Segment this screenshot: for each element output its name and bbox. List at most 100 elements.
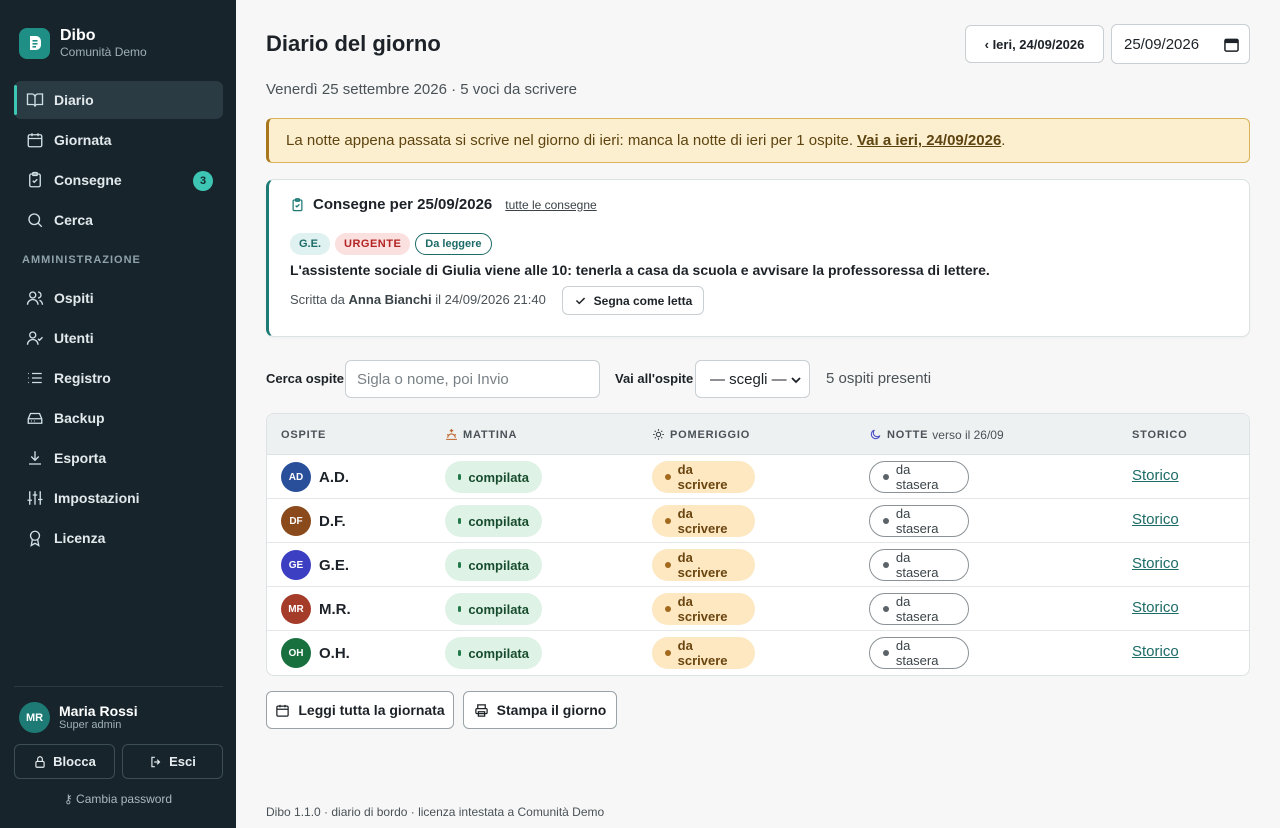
download-icon bbox=[29, 451, 41, 465]
nav-label: Ospiti bbox=[54, 290, 94, 306]
afternoon-status[interactable]: da scrivere bbox=[652, 637, 755, 669]
all-consegne-link[interactable]: tutte le consegne bbox=[505, 198, 596, 212]
nav-item-registro[interactable]: Registro bbox=[14, 359, 223, 397]
nav-item-diario[interactable]: Diario bbox=[14, 81, 223, 119]
history-link[interactable]: Storico bbox=[1132, 555, 1179, 572]
nav-item-impostazioni[interactable]: Impostazioni bbox=[14, 479, 223, 517]
nav-label: Licenza bbox=[54, 530, 106, 546]
nav-item-giornata[interactable]: Giornata bbox=[14, 121, 223, 159]
date-picker[interactable]: 25/09/2026 bbox=[1111, 24, 1250, 64]
brand-community: Comunità Demo bbox=[60, 45, 147, 59]
afternoon-status[interactable]: da scrivere bbox=[652, 505, 755, 537]
guest-code: G.E. bbox=[319, 556, 350, 574]
night-status[interactable]: da stasera bbox=[869, 637, 969, 669]
consegna-author: Anna Bianchi bbox=[348, 292, 432, 307]
sidebar: Dibo Comunità Demo Diario Giornata Conse… bbox=[0, 0, 236, 828]
status-dot bbox=[665, 518, 671, 524]
nav-item-cerca[interactable]: Cerca bbox=[14, 201, 223, 239]
guest-cell[interactable]: OH O.H. bbox=[281, 638, 350, 668]
guest-filters: Cerca ospite Vai all'ospite — scegli — 5… bbox=[266, 360, 1250, 398]
guest-search-input[interactable] bbox=[345, 360, 600, 398]
read-whole-day-button[interactable]: Leggi tutta la giornata bbox=[266, 691, 454, 729]
history-link[interactable]: Storico bbox=[1132, 467, 1179, 484]
consegna-meta: Scritta da Anna Bianchi il 24/09/2026 21… bbox=[290, 292, 546, 307]
alert-suffix: . bbox=[1001, 132, 1006, 149]
drive-icon bbox=[27, 412, 43, 424]
nav-label: Giornata bbox=[54, 132, 112, 148]
nav-item-esporta[interactable]: Esporta bbox=[14, 439, 223, 477]
table-row: DF D.F. compilata da scrivere da stasera… bbox=[267, 499, 1249, 543]
afternoon-status[interactable]: da scrivere bbox=[652, 549, 755, 581]
lock-label: Blocca bbox=[53, 754, 96, 769]
chevron-down-icon bbox=[791, 377, 801, 384]
morning-status[interactable]: compilata bbox=[445, 637, 542, 669]
column-header-history: STORICO bbox=[1132, 428, 1188, 441]
guest-avatar: OH bbox=[281, 638, 311, 668]
history-link[interactable]: Storico bbox=[1132, 511, 1179, 528]
column-header-morning: MATTINA bbox=[445, 414, 517, 455]
logout-button[interactable]: Esci bbox=[122, 744, 223, 779]
sidebar-divider bbox=[14, 686, 223, 687]
afternoon-status[interactable]: da scrivere bbox=[652, 461, 755, 493]
status-dot bbox=[458, 518, 462, 524]
lock-icon bbox=[35, 755, 45, 768]
night-status[interactable]: da stasera bbox=[869, 549, 969, 581]
clipboard-icon bbox=[29, 171, 41, 188]
consegna-text: L'assistente sociale di Giulia viene all… bbox=[290, 262, 990, 278]
guest-cell[interactable]: MR M.R. bbox=[281, 594, 351, 624]
nav-item-licenza[interactable]: Licenza bbox=[14, 519, 223, 557]
guest-cell[interactable]: GE G.E. bbox=[281, 550, 349, 580]
status-dot bbox=[458, 474, 462, 480]
change-password-link[interactable]: ⚷ Cambia password bbox=[0, 792, 236, 806]
previous-day-button[interactable]: ‹ Ieri, 24/09/2026 bbox=[965, 25, 1104, 63]
nav-item-ospiti[interactable]: Ospiti bbox=[14, 279, 223, 317]
current-user: MR Maria Rossi Super admin bbox=[19, 702, 138, 733]
guest-cell[interactable]: AD A.D. bbox=[281, 462, 349, 492]
morning-status[interactable]: compilata bbox=[445, 593, 542, 625]
night-status[interactable]: da stasera bbox=[869, 593, 969, 625]
go-to-yesterday-link[interactable]: Vai a ieri, 24/09/2026 bbox=[857, 132, 1001, 149]
guest-tag: G.E. bbox=[290, 233, 331, 255]
goto-guest-select[interactable]: — scegli — bbox=[695, 360, 810, 398]
calendar-icon bbox=[27, 133, 43, 148]
nav-label: Diario bbox=[54, 92, 94, 108]
logout-icon bbox=[151, 756, 161, 767]
change-password-label: Cambia password bbox=[76, 792, 173, 806]
morning-status[interactable]: compilata bbox=[445, 505, 542, 537]
morning-status[interactable]: compilata bbox=[445, 461, 542, 493]
status-dot bbox=[883, 650, 889, 656]
print-day-button[interactable]: Stampa il giorno bbox=[463, 691, 617, 729]
morning-status[interactable]: compilata bbox=[445, 549, 542, 581]
guest-code: O.H. bbox=[319, 644, 350, 662]
footer: Dibo 1.1.0 · diario di bordo · licenza i… bbox=[266, 805, 605, 819]
check-icon bbox=[575, 297, 585, 305]
night-status[interactable]: da stasera bbox=[869, 461, 969, 493]
status-dot bbox=[665, 650, 671, 656]
avatar: MR bbox=[19, 702, 50, 733]
select-value: — scegli — bbox=[710, 370, 787, 388]
guest-code: M.R. bbox=[319, 600, 351, 618]
brand-name: Dibo bbox=[60, 27, 96, 44]
lock-button[interactable]: Blocca bbox=[14, 744, 115, 779]
book-icon bbox=[26, 93, 44, 107]
guest-cell[interactable]: DF D.F. bbox=[281, 506, 346, 536]
goto-guest-label: Vai all'ospite bbox=[615, 371, 694, 386]
column-header-guest: OSPITE bbox=[281, 428, 327, 441]
history-link[interactable]: Storico bbox=[1132, 643, 1179, 660]
consegne-title: Consegne per 25/09/2026 bbox=[313, 196, 493, 213]
dibo-logo-icon bbox=[19, 27, 50, 59]
mark-as-read-button[interactable]: Segna come letta bbox=[562, 286, 704, 315]
history-link[interactable]: Storico bbox=[1132, 599, 1179, 616]
night-status[interactable]: da stasera bbox=[869, 505, 969, 537]
list-icon bbox=[28, 372, 42, 384]
guest-avatar: MR bbox=[281, 594, 311, 624]
nav-section-title: AMMINISTRAZIONE bbox=[22, 254, 141, 266]
missing-night-alert: La notte appena passata si scrive nel gi… bbox=[266, 118, 1250, 163]
nav-item-utenti[interactable]: Utenti bbox=[14, 319, 223, 357]
user-role: Super admin bbox=[59, 718, 122, 731]
brand[interactable]: Dibo Comunità Demo bbox=[19, 27, 147, 59]
afternoon-status[interactable]: da scrivere bbox=[652, 593, 755, 625]
calendar-icon[interactable] bbox=[1224, 37, 1239, 52]
nav-item-backup[interactable]: Backup bbox=[14, 399, 223, 437]
nav-item-consegne[interactable]: Consegne 3 bbox=[14, 161, 223, 199]
